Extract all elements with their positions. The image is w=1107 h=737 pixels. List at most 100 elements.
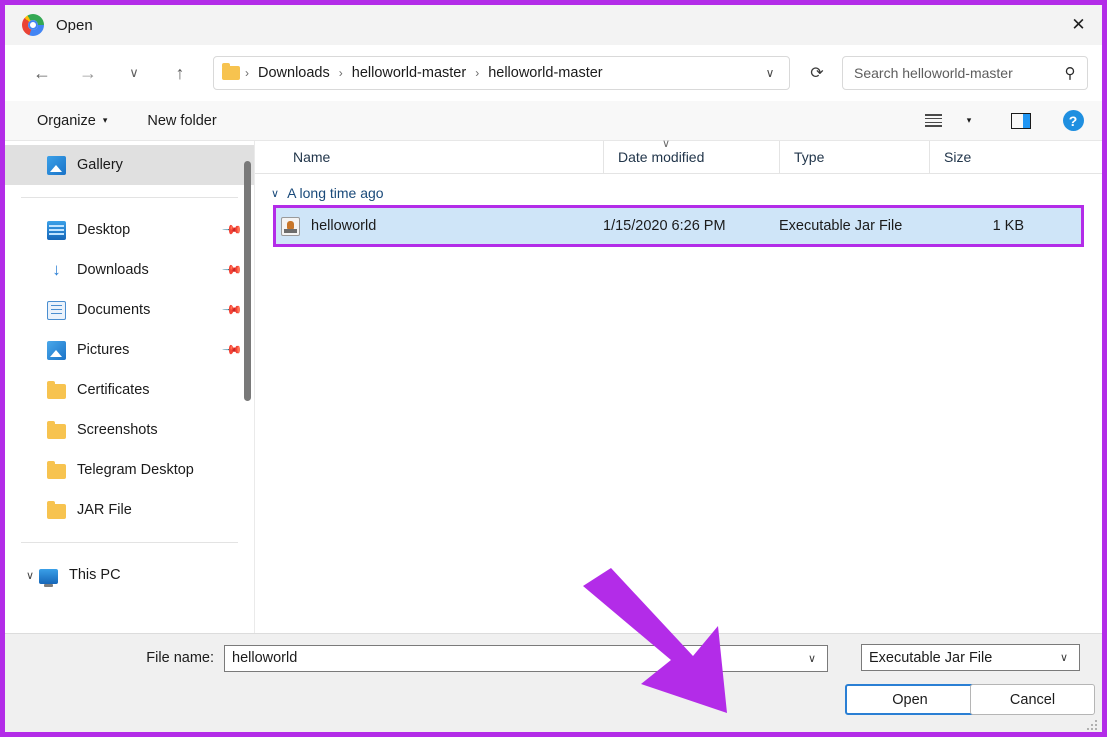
up-icon[interactable]: ↑: [163, 56, 197, 90]
breadcrumb-separator: ›: [475, 66, 480, 80]
title-bar: Open ✕: [5, 5, 1102, 45]
column-header-date-modified[interactable]: ∨ Date modified: [603, 138, 779, 174]
refresh-icon[interactable]: ⟳: [802, 58, 832, 88]
search-box[interactable]: ⚲: [842, 56, 1088, 90]
chevron-down-icon[interactable]: ∨: [271, 187, 279, 200]
breadcrumb[interactable]: › Downloads › helloworld-master › hellow…: [213, 56, 790, 90]
list-view-icon[interactable]: [916, 106, 950, 136]
chevron-down-icon[interactable]: ∨: [801, 652, 823, 665]
pin-icon: 📌: [221, 338, 244, 361]
sidebar-item-desktop[interactable]: Desktop 📌: [5, 210, 254, 250]
sort-chevron-icon: ∨: [662, 137, 671, 150]
sidebar-item-documents[interactable]: Documents 📌: [5, 290, 254, 330]
dialog-footer: File name: ∨ Executable Jar File ∨ Open …: [5, 633, 1102, 732]
column-header-size[interactable]: Size: [929, 140, 1029, 174]
preview-pane-icon[interactable]: [1004, 106, 1038, 136]
help-icon[interactable]: ?: [1056, 106, 1090, 136]
breadcrumb-item-helloworld-master[interactable]: helloworld-master: [346, 61, 472, 85]
cancel-button[interactable]: Cancel: [970, 684, 1095, 715]
sidebar-item-screenshots[interactable]: Screenshots: [5, 410, 254, 450]
sidebar-item-label: Gallery: [77, 157, 123, 173]
forward-icon[interactable]: →: [71, 56, 105, 90]
back-icon[interactable]: ←: [25, 56, 59, 90]
file-row-container: helloworld 1/15/2020 6:26 PM Executable …: [255, 205, 1102, 247]
sidebar-item-pictures[interactable]: Pictures 📌: [5, 330, 254, 370]
sidebar-item-downloads[interactable]: ↓ Downloads 📌: [5, 250, 254, 290]
file-name-label: File name:: [146, 650, 214, 666]
breadcrumb-separator: ›: [245, 66, 249, 80]
chevron-down-icon: ▾: [966, 115, 972, 125]
file-name-input[interactable]: [232, 650, 801, 666]
column-header-row: Name ∨ Date modified Type Size: [255, 138, 1102, 174]
close-icon[interactable]: ✕: [1055, 5, 1102, 45]
organize-button[interactable]: Organize ▾: [27, 107, 117, 135]
help-glyph: ?: [1062, 110, 1084, 131]
command-bar-right: ▾ ?: [916, 106, 1090, 136]
window-title: Open: [56, 16, 93, 34]
file-name-cell: helloworld: [273, 216, 603, 236]
jar-file-icon: [281, 216, 300, 236]
sidebar-scrollbar[interactable]: [244, 161, 251, 401]
sidebar-item-label: Desktop: [77, 222, 131, 238]
sidebar-item-label: Documents: [77, 302, 151, 318]
breadcrumb-item-helloworld-master-2[interactable]: helloworld-master: [482, 61, 608, 85]
chevron-down-icon[interactable]: ∨: [21, 569, 39, 582]
chevron-down-icon[interactable]: ∨: [755, 58, 785, 88]
pin-icon: 📌: [221, 258, 244, 281]
recent-locations-icon[interactable]: ∨: [117, 56, 151, 90]
organize-label: Organize: [37, 112, 96, 129]
folder-icon: [47, 461, 66, 479]
column-label: Size: [944, 149, 972, 165]
search-input[interactable]: [854, 65, 1059, 81]
sidebar-item-telegram-desktop[interactable]: Telegram Desktop: [5, 450, 254, 490]
folder-icon: [47, 501, 66, 519]
dialog-body: Gallery Desktop 📌 ↓ Downloads 📌 Document…: [5, 138, 1102, 633]
sidebar-item-label: JAR File: [77, 502, 132, 518]
pictures-icon: [47, 340, 66, 360]
breadcrumb-item-downloads[interactable]: Downloads: [252, 61, 336, 85]
search-icon[interactable]: ⚲: [1059, 62, 1081, 84]
sidebar-item-label: Certificates: [77, 382, 150, 398]
sidebar-item-certificates[interactable]: Certificates: [5, 370, 254, 410]
column-header-name[interactable]: Name: [255, 141, 603, 174]
view-options-chevron-down-icon[interactable]: ▾: [952, 106, 986, 136]
open-button[interactable]: Open: [845, 684, 975, 715]
pin-icon: 📌: [221, 218, 244, 241]
group-header-a-long-time-ago[interactable]: ∨ A long time ago: [255, 178, 1102, 208]
file-type-value: Executable Jar File: [869, 649, 993, 666]
folder-icon: [222, 63, 240, 80]
column-header-type[interactable]: Type: [779, 140, 929, 174]
command-bar: Organize ▾ New folder ▾ ?: [5, 101, 1102, 141]
file-name-label: helloworld: [311, 218, 377, 234]
chevron-down-icon[interactable]: ∨: [1053, 651, 1075, 664]
resize-grip[interactable]: [1087, 718, 1099, 730]
new-folder-button[interactable]: New folder: [137, 107, 226, 135]
folder-icon: [47, 381, 66, 399]
sidebar-divider: [21, 197, 238, 198]
file-size-cell: 1 KB: [992, 218, 1024, 234]
folder-icon: [47, 421, 66, 439]
documents-icon: [47, 300, 66, 320]
desktop-icon: [47, 220, 66, 240]
file-type-dropdown[interactable]: Executable Jar File ∨: [861, 644, 1080, 671]
file-name-field[interactable]: ∨: [224, 644, 828, 672]
file-date-cell: 1/15/2020 6:26 PM: [603, 218, 726, 234]
pc-icon: [39, 568, 58, 587]
sidebar-item-label: Downloads: [77, 262, 149, 278]
table-row[interactable]: helloworld 1/15/2020 6:26 PM Executable …: [273, 208, 1084, 244]
new-folder-label: New folder: [147, 112, 217, 129]
column-label: Date modified: [618, 149, 705, 165]
column-label: Name: [293, 149, 331, 165]
open-file-dialog: Open ✕ ← → ∨ ↑ › Downloads › helloworld-…: [5, 5, 1102, 732]
group-label: A long time ago: [287, 185, 384, 201]
sidebar-item-jar-file[interactable]: JAR File: [5, 490, 254, 530]
column-label: Type: [794, 149, 825, 165]
gallery-icon: [47, 155, 66, 175]
sidebar-item-label: Pictures: [77, 342, 130, 358]
chrome-icon: [22, 14, 44, 36]
pin-icon: 📌: [221, 298, 244, 321]
sidebar-item-label: Screenshots: [77, 422, 158, 438]
sidebar-item-gallery[interactable]: Gallery: [5, 145, 254, 185]
sidebar-item-this-pc[interactable]: ∨ This PC: [5, 555, 254, 595]
navigation-bar: ← → ∨ ↑ › Downloads › helloworld-master …: [5, 45, 1102, 101]
